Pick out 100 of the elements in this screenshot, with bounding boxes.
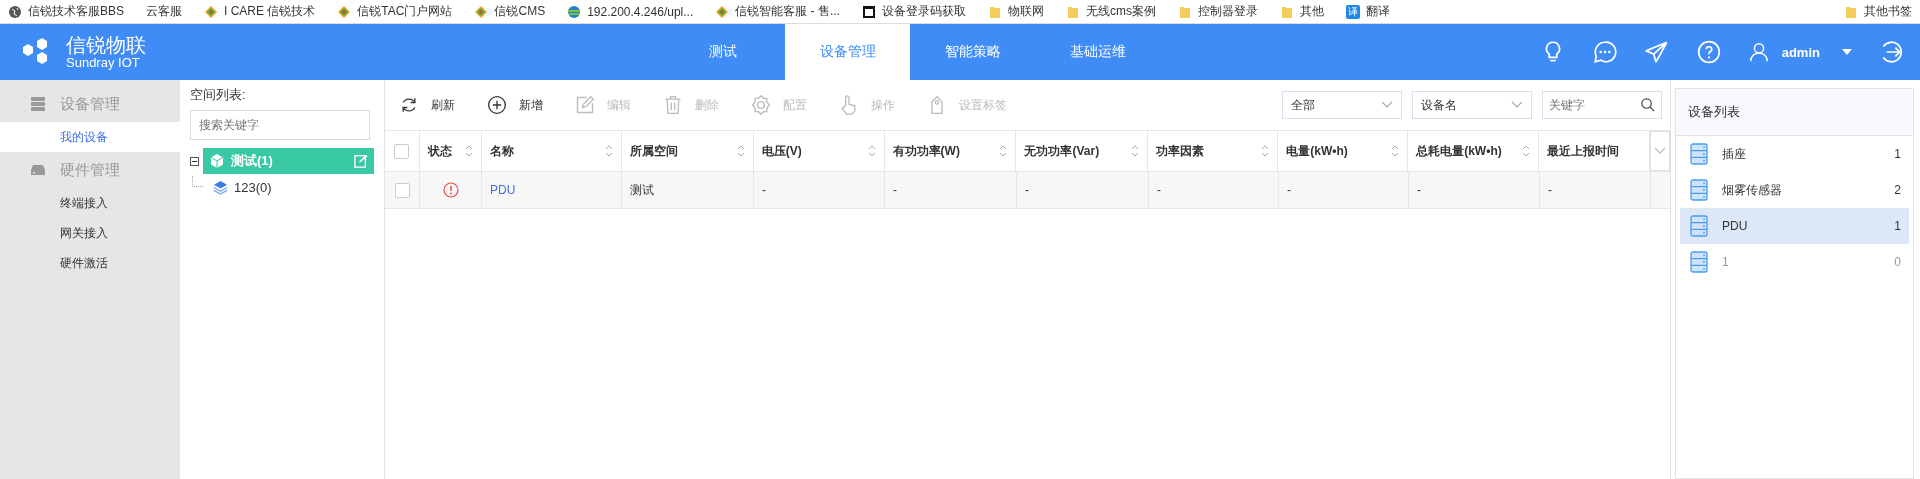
sort-icon	[736, 145, 745, 157]
column-header[interactable]: 所属空间	[621, 131, 754, 171]
column-header[interactable]: 电量(kW•h)	[1278, 131, 1409, 171]
column-header[interactable]: 状态	[419, 131, 482, 171]
hand-pointer-icon	[839, 95, 859, 115]
tree-node[interactable]: 123(0)	[207, 174, 374, 200]
sort-icon	[999, 145, 1008, 157]
chevron-down-icon	[1381, 101, 1393, 109]
cube-icon	[209, 153, 225, 169]
table-cell: -	[1157, 183, 1161, 197]
toolbar-button[interactable]: 刷新	[399, 95, 455, 115]
plus-circle-icon	[487, 95, 507, 115]
diamond-logo-icon	[204, 4, 218, 19]
bookmark[interactable]: 信锐CMS	[474, 3, 546, 20]
bookmark[interactable]: 云客服	[146, 3, 182, 20]
folder-icon	[1844, 4, 1858, 19]
sidebar-item[interactable]: 终端接入	[0, 188, 180, 218]
sort-icon	[604, 145, 613, 157]
panel-title: 空间列表:	[190, 86, 247, 104]
globe-icon	[8, 4, 22, 19]
sidebar-item[interactable]: 硬件激活	[0, 248, 180, 278]
table-cell: -	[1025, 183, 1029, 197]
trash-icon	[663, 95, 683, 115]
column-header[interactable]: 名称	[481, 131, 622, 171]
sidebar-item[interactable]: 网关接入	[0, 218, 180, 248]
panel-title: 设备列表	[1676, 89, 1913, 136]
diamond-logo-icon	[337, 4, 352, 19]
chevron-down-icon	[1654, 147, 1666, 155]
bookmark[interactable]: 192.200.4.246/upl...	[567, 3, 694, 20]
bookmark[interactable]: 无线cms案例	[1065, 3, 1156, 20]
logo-subtitle: Sundray IOT	[66, 55, 140, 71]
folder-icon	[1065, 4, 1080, 19]
column-header[interactable]: 功率因素	[1148, 131, 1279, 171]
bookmark[interactable]: 物联网	[987, 3, 1044, 20]
device-name-link[interactable]: PDU	[490, 183, 516, 197]
server-icon	[1690, 143, 1708, 165]
table-cell: -	[1287, 183, 1291, 197]
page-icon	[861, 4, 876, 19]
layers-icon	[213, 179, 228, 195]
gear-icon	[751, 95, 771, 115]
chevron-down-icon	[1511, 101, 1523, 109]
diamond-logo-icon	[474, 4, 489, 19]
chat-icon[interactable]	[1591, 39, 1618, 65]
row-checkbox[interactable]	[394, 182, 410, 198]
folder-icon	[987, 4, 1002, 19]
bookmark[interactable]: 译 翻译	[1345, 3, 1390, 20]
sort-icon	[464, 145, 473, 157]
bookmark[interactable]: 设备登录码获取	[861, 3, 966, 20]
nav-tab[interactable]: 设备管理	[785, 24, 910, 80]
device-list-item[interactable]: 插座 1	[1680, 136, 1909, 172]
caret-icon	[1842, 49, 1852, 55]
server-icon	[1690, 251, 1708, 273]
table-cell: -	[1417, 183, 1421, 197]
globe-icon	[567, 4, 582, 19]
bookmark[interactable]: 其他	[1279, 3, 1324, 20]
edit-icon	[575, 95, 595, 115]
server-icon	[1690, 215, 1708, 237]
table-cell: 测试	[630, 181, 654, 199]
bookmark[interactable]: 信锐TAC门户网站	[337, 3, 453, 20]
sort-icon	[1261, 145, 1270, 157]
folder-icon	[1177, 4, 1192, 19]
search-field[interactable]: 搜索关键字	[190, 110, 370, 140]
column-header[interactable]: 总耗电量(kW•h)	[1408, 131, 1540, 171]
toolbar-button[interactable]: 新增	[487, 95, 543, 115]
help-icon[interactable]	[1695, 39, 1722, 65]
column-header[interactable]: 电压(V)	[753, 131, 885, 171]
table-cell: -	[1548, 183, 1552, 197]
translate-icon: 译	[1345, 4, 1360, 19]
column-header[interactable]: 无功功率(Var)	[1016, 131, 1149, 171]
sort-icon	[1391, 145, 1400, 157]
table-cell: -	[893, 183, 897, 197]
sort-icon	[1131, 145, 1140, 157]
send-icon[interactable]	[1643, 39, 1670, 65]
device-list-item[interactable]: PDU 1	[1680, 208, 1909, 244]
server-icon	[1690, 179, 1708, 201]
bookmark[interactable]: 信锐智能客服 - 售...	[715, 3, 840, 20]
diamond-logo-icon	[715, 4, 730, 19]
sort-icon	[867, 145, 876, 157]
bookmark[interactable]: 控制器登录	[1177, 3, 1258, 20]
user-icon	[1747, 41, 1770, 63]
bookmark[interactable]: 其他书签	[1844, 3, 1912, 20]
sidebar-item[interactable]: 我的设备	[0, 122, 180, 152]
sort-icon	[1522, 145, 1531, 157]
column-header[interactable]: 有功功率(W)	[884, 131, 1017, 171]
table-cell: -	[762, 183, 766, 197]
dropdown-select[interactable]: 设备名	[1412, 91, 1532, 119]
dropdown-select[interactable]: 全部	[1282, 91, 1402, 119]
collapse-toggle-icon[interactable]	[190, 156, 199, 166]
select-all-checkbox[interactable]	[394, 143, 410, 159]
edit-icon[interactable]	[354, 154, 368, 168]
bookmark[interactable]: I CARE 信锐技术	[204, 3, 316, 20]
bookmark[interactable]: 信锐技术客服BBS	[8, 3, 124, 20]
drive-icon	[30, 162, 46, 178]
folder-icon	[1279, 4, 1294, 19]
search-icon	[1640, 97, 1655, 112]
logo-title: 信锐物联	[66, 33, 146, 56]
device-list-item[interactable]: 烟雾传感器 2	[1680, 172, 1909, 208]
column-header[interactable]: 最近上报时间	[1539, 131, 1650, 171]
search-field[interactable]: 关键字	[1542, 91, 1662, 119]
server-icon	[30, 96, 46, 112]
